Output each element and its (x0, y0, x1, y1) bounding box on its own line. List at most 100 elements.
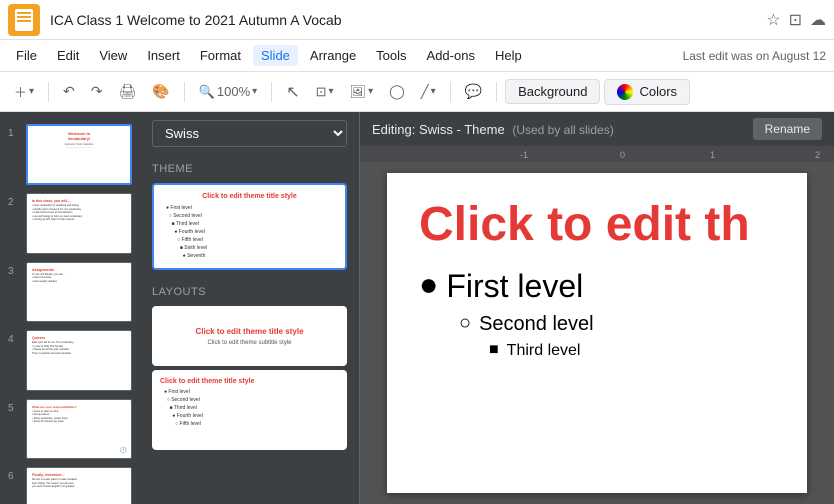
comment-button[interactable]: 💬 (459, 79, 488, 104)
editing-prefix: Editing: Swiss - Theme (372, 122, 505, 137)
colors-button[interactable]: Colors (604, 79, 690, 105)
undo-button[interactable]: ↶ (57, 79, 81, 104)
star-icon[interactable]: ☆ (766, 10, 780, 30)
bullet-text-3: Third level (507, 342, 581, 360)
slide-thumb-2[interactable]: In this class, you will... • have vocabu… (26, 193, 132, 254)
slide-canvas[interactable]: Click to edit th ● First level ○ Second … (387, 173, 807, 493)
bullet-dot-3: ■ (489, 342, 499, 358)
slide-item-2[interactable]: 2 In this class, you will... • have voca… (0, 189, 140, 258)
theme-card-main[interactable]: Click to edit theme title style ● First … (152, 183, 347, 270)
slide-thumb-4[interactable]: Quizzes Each quiz will be out. The vocab… (26, 330, 132, 391)
paint-format-button[interactable]: 🎨 (146, 79, 175, 104)
image-dropdown[interactable]: 🖼 ▾ (344, 80, 380, 104)
zoom-chevron-icon: ▾ (252, 86, 257, 97)
layout-title-1: Click to edit theme title style (195, 327, 303, 336)
title-bar: ICA Class 1 Welcome to 2021 Autumn A Voc… (0, 0, 834, 40)
image-chevron-icon: ▾ (368, 86, 373, 97)
svg-text:2: 2 (815, 150, 820, 160)
layout-card2-title: Click to edit theme title style (160, 378, 339, 385)
main-area: 1 Welcome toVocabulary! Instructor: Chri… (0, 112, 834, 504)
cloud-icon[interactable]: ☁ (810, 10, 826, 30)
app-icon (8, 4, 40, 36)
slide-thumb-6[interactable]: Finally, remember... We are in a safe pl… (26, 467, 132, 504)
separator-1 (48, 82, 49, 102)
layouts-section-label: LAYOUTS (140, 278, 359, 302)
title-icons: ☆ ⊡ ☁ (766, 10, 826, 30)
slide-num-3: 3 (8, 266, 20, 277)
colors-label: Colors (639, 84, 677, 99)
bullet-text-2: Second level (479, 313, 594, 336)
slide-num-2: 2 (8, 197, 20, 208)
ruler-marks: -1 0 1 2 3 (360, 146, 834, 162)
menu-format[interactable]: Format (192, 45, 249, 66)
layout-subtitle-1: Click to edit theme subtitle style (207, 340, 291, 346)
slide-item-1[interactable]: 1 Welcome toVocabulary! Instructor: Chri… (0, 120, 140, 189)
color-circle-icon (617, 84, 633, 100)
slide-item-3[interactable]: 3 Assignments On the unit flipside, you … (0, 258, 140, 327)
ruler: -1 0 1 2 3 (360, 146, 834, 162)
toolbar: ＋ ▾ ↶ ↷ 🖨 🎨 🔍 100% ▾ ↖ ⊡ ▾ 🖼 ▾ ◯ ╱ ▾ 💬 B… (0, 72, 834, 112)
layout-card-1[interactable]: Click to edit theme title style Click to… (152, 306, 347, 366)
textbox-icon: ⊡ (316, 84, 327, 100)
menu-file[interactable]: File (8, 45, 45, 66)
chevron-down-icon: ▾ (29, 86, 34, 97)
last-edit-status: Last edit was on August 12 (683, 49, 826, 63)
bullet-first-level: ● First level (419, 268, 775, 305)
svg-text:-1: -1 (520, 150, 528, 160)
line-icon: ╱ (421, 84, 429, 100)
bullet-third-level: ■ Third level (489, 342, 775, 360)
slides-panel: 1 Welcome toVocabulary! Instructor: Chri… (0, 112, 140, 504)
bullet-second-level: ○ Second level (459, 313, 775, 336)
document-title: ICA Class 1 Welcome to 2021 Autumn A Voc… (50, 12, 766, 28)
bullet-dot-2: ○ (459, 313, 471, 333)
slide-item-6[interactable]: 6 Finally, remember... We are in a safe … (0, 463, 140, 504)
textbox-dropdown[interactable]: ⊡ ▾ (310, 80, 340, 104)
background-button[interactable]: Background (505, 79, 600, 104)
theme-card-lines: ● First level ○ Second level ■ Third lev… (162, 204, 337, 260)
zoom-value: 100% (217, 84, 250, 99)
editing-bar: Editing: Swiss - Theme (Used by all slid… (360, 112, 834, 146)
slide-thumb-5[interactable]: What are your responsibilities? • Come t… (26, 399, 132, 460)
theme-card-inner: Click to edit theme title style ● First … (154, 185, 345, 268)
image-icon: 🖼 (350, 84, 367, 100)
slide-item-4[interactable]: 4 Quizzes Each quiz will be out. The voc… (0, 326, 140, 395)
separator-2 (184, 82, 185, 102)
print-button[interactable]: 🖨 (113, 79, 143, 104)
menu-slide[interactable]: Slide (253, 45, 298, 66)
separator-4 (450, 82, 451, 102)
insert-dropdown[interactable]: ＋ ▾ (8, 78, 40, 105)
slide-num-5: 5 (8, 403, 20, 414)
zoom-dropdown[interactable]: 🔍 100% ▾ (193, 80, 263, 104)
menu-view[interactable]: View (91, 45, 135, 66)
ruler-svg: -1 0 1 2 3 (360, 146, 834, 162)
shape-tool[interactable]: ◯ (383, 79, 411, 104)
canvas-area: Editing: Swiss - Theme (Used by all slid… (360, 112, 834, 504)
theme-selector[interactable]: Swiss (152, 120, 347, 147)
slide-num-1: 1 (8, 128, 20, 139)
plus-icon: ＋ (14, 82, 27, 101)
editing-used: (Used by all slides) (512, 123, 613, 137)
layout-card-2[interactable]: Click to edit theme title style ● First … (152, 370, 347, 450)
redo-button[interactable]: ↷ (85, 79, 109, 104)
canvas-main-title: Click to edit th (419, 197, 775, 252)
slide-thumb-1[interactable]: Welcome toVocabulary! Instructor: Chris … (26, 124, 132, 185)
layouts-section: LAYOUTS Click to edit theme title style … (140, 278, 359, 450)
menu-addons[interactable]: Add-ons (419, 45, 483, 66)
theme-section-label: THEME (140, 155, 359, 179)
menu-tools[interactable]: Tools (368, 45, 414, 66)
slide-item-5[interactable]: 5 What are your responsibilities? • Come… (0, 395, 140, 464)
theme-sidebar: Swiss THEME Click to edit theme title st… (140, 112, 360, 504)
separator-5 (496, 82, 497, 102)
drive-icon[interactable]: ⊡ (789, 10, 802, 30)
menu-arrange[interactable]: Arrange (302, 45, 364, 66)
line-dropdown[interactable]: ╱ ▾ (415, 80, 442, 104)
menu-help[interactable]: Help (487, 45, 530, 66)
slide-thumb-3[interactable]: Assignments On the unit flipside, you wi… (26, 262, 132, 323)
menu-insert[interactable]: Insert (139, 45, 188, 66)
separator-3 (271, 82, 272, 102)
menu-edit[interactable]: Edit (49, 45, 87, 66)
rename-button[interactable]: Rename (753, 118, 822, 140)
slide-canvas-wrapper: Click to edit th ● First level ○ Second … (360, 162, 834, 504)
svg-text:1: 1 (710, 150, 715, 160)
cursor-tool[interactable]: ↖ (280, 78, 305, 106)
